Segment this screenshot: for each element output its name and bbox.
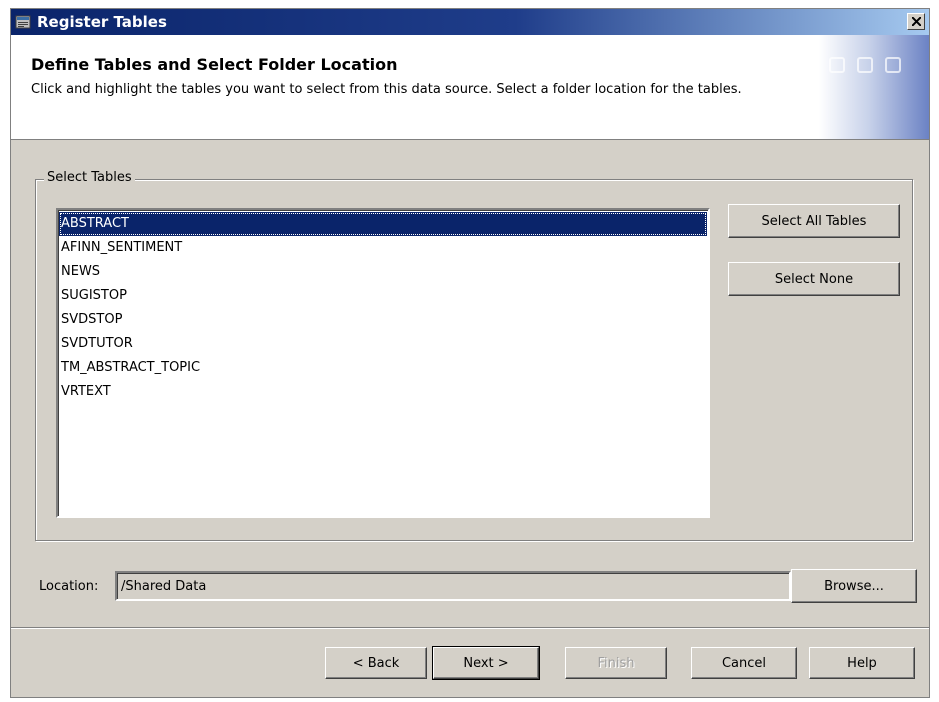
browse-button[interactable]: Browse...	[791, 569, 917, 603]
close-icon	[912, 17, 921, 26]
header-decoration	[819, 35, 929, 139]
finish-button[interactable]: Finish	[565, 647, 667, 679]
close-button[interactable]	[907, 13, 925, 30]
page-description: Click and highlight the tables you want …	[31, 82, 742, 97]
decorative-square-icon	[885, 57, 901, 73]
table-list-item[interactable]: SVDTUTOR	[59, 332, 707, 356]
select-none-button[interactable]: Select None	[728, 262, 900, 296]
table-list-item[interactable]: TM_ABSTRACT_TOPIC	[59, 356, 707, 380]
select-all-tables-button[interactable]: Select All Tables	[728, 204, 900, 238]
window-title: Register Tables	[37, 13, 167, 31]
table-list-item[interactable]: SVDSTOP	[59, 308, 707, 332]
select-tables-legend: Select Tables	[44, 170, 135, 185]
next-button[interactable]: Next >	[432, 646, 540, 680]
table-list-item[interactable]: SUGISTOP	[59, 284, 707, 308]
select-tables-group: Select Tables ABSTRACT AFINN_SENTIMENT N…	[35, 170, 913, 541]
table-list-item[interactable]: VRTEXT	[59, 380, 707, 404]
register-tables-icon	[15, 14, 31, 30]
footer-separator	[11, 627, 929, 629]
table-list[interactable]: ABSTRACT AFINN_SENTIMENT NEWS SUGISTOP S…	[56, 208, 710, 518]
decorative-square-icon	[857, 57, 873, 73]
table-list-item[interactable]: NEWS	[59, 260, 707, 284]
back-button[interactable]: < Back	[325, 647, 427, 679]
cancel-button[interactable]: Cancel	[691, 647, 797, 679]
title-bar[interactable]: Register Tables	[11, 9, 929, 35]
table-list-item[interactable]: ABSTRACT	[59, 212, 707, 236]
location-label: Location:	[39, 579, 99, 594]
table-list-item[interactable]: AFINN_SENTIMENT	[59, 236, 707, 260]
help-button[interactable]: Help	[809, 647, 915, 679]
page-title: Define Tables and Select Folder Location	[31, 55, 398, 74]
wizard-header: Define Tables and Select Folder Location…	[11, 35, 929, 140]
location-field[interactable]	[115, 571, 791, 601]
decorative-square-icon	[829, 57, 845, 73]
register-tables-dialog: Register Tables Define Tables and Select…	[10, 8, 930, 698]
